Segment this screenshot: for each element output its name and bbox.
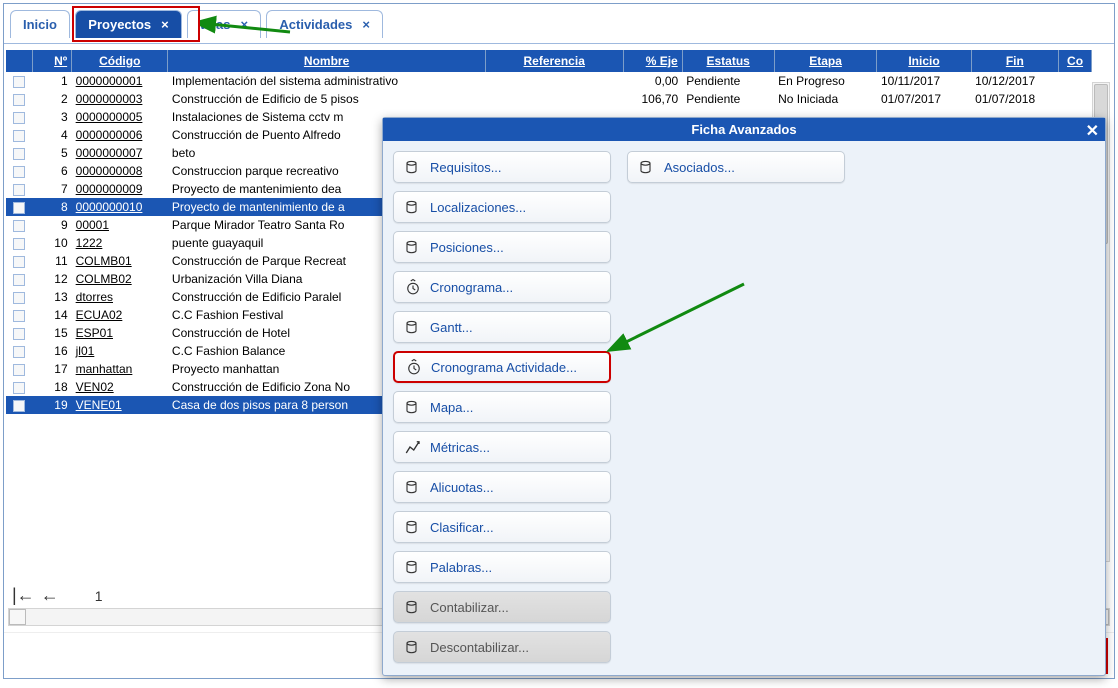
menu-item-cronograma-actividade[interactable]: Cronograma Actividade... — [393, 351, 611, 383]
db-icon — [404, 318, 422, 336]
close-icon[interactable]: × — [240, 17, 248, 32]
row-checkbox[interactable] — [13, 166, 25, 178]
tab-inicio[interactable]: Inicio — [10, 10, 70, 38]
row-checkbox[interactable] — [13, 130, 25, 142]
row-checkbox[interactable] — [13, 112, 25, 124]
clock-icon — [404, 278, 422, 296]
db-icon — [404, 478, 422, 496]
menu-item-gantt[interactable]: Gantt... — [393, 311, 611, 343]
menu-item-posiciones[interactable]: Posiciones... — [393, 231, 611, 263]
row-checkbox[interactable] — [13, 94, 25, 106]
table-row[interactable]: 10000000001Implementación del sistema ad… — [6, 72, 1092, 90]
ficha-avanzados-dialog: Ficha Avanzados ✕ Requisitos... Localizac… — [382, 117, 1106, 676]
db-icon — [404, 638, 422, 656]
row-checkbox[interactable] — [13, 238, 25, 250]
row-checkbox[interactable] — [13, 400, 25, 412]
db-icon — [404, 198, 422, 216]
col-eje[interactable]: % Eje — [623, 50, 682, 72]
menu-item-asociados[interactable]: Asociados... — [627, 151, 845, 183]
col-co[interactable]: Co — [1059, 50, 1092, 72]
menu-item-requisitos[interactable]: Requisitos... — [393, 151, 611, 183]
db-icon — [404, 518, 422, 536]
table-row[interactable]: 20000000003Construcción de Edificio de 5… — [6, 90, 1092, 108]
close-icon[interactable]: ✕ — [1086, 121, 1099, 141]
db-icon — [404, 158, 422, 176]
menu-item-m-tricas[interactable]: Métricas... — [393, 431, 611, 463]
col-referencia[interactable]: Referencia — [485, 50, 623, 72]
row-checkbox[interactable] — [13, 256, 25, 268]
menu-item-mapa[interactable]: Mapa... — [393, 391, 611, 423]
chart-icon — [404, 438, 422, 456]
close-icon[interactable]: × — [362, 17, 370, 32]
tab-bar: Inicio Proyectos× tidas× Actividades× — [4, 4, 1114, 44]
dialog-title: Ficha Avanzados — [691, 122, 796, 137]
tab-proyectos[interactable]: Proyectos× — [75, 10, 181, 38]
db-icon — [404, 598, 422, 616]
pager-prev-icon[interactable]: ← — [41, 585, 59, 606]
row-checkbox[interactable] — [13, 382, 25, 394]
db-icon — [404, 398, 422, 416]
col-nombre[interactable]: Nombre — [168, 50, 485, 72]
col-fin[interactable]: Fin — [971, 50, 1059, 72]
col-codigo[interactable]: Código — [72, 50, 168, 72]
col-etapa[interactable]: Etapa — [774, 50, 877, 72]
pager-page: 1 — [95, 588, 103, 604]
menu-item-cronograma[interactable]: Cronograma... — [393, 271, 611, 303]
db-icon — [404, 558, 422, 576]
row-checkbox[interactable] — [13, 346, 25, 358]
tab-actividades[interactable]: Actividades× — [266, 10, 383, 38]
clock-icon — [405, 358, 423, 376]
col-estatus[interactable]: Estatus — [682, 50, 774, 72]
pager-first-icon[interactable]: |← — [12, 585, 35, 606]
menu-item-clasificar[interactable]: Clasificar... — [393, 511, 611, 543]
tab-tidas[interactable]: tidas× — [187, 10, 261, 38]
row-checkbox[interactable] — [13, 274, 25, 286]
row-checkbox[interactable] — [13, 292, 25, 304]
menu-item-palabras[interactable]: Palabras... — [393, 551, 611, 583]
row-checkbox[interactable] — [13, 364, 25, 376]
row-checkbox[interactable] — [13, 76, 25, 88]
row-checkbox[interactable] — [13, 310, 25, 322]
db-icon — [404, 238, 422, 256]
db-icon — [638, 158, 656, 176]
row-checkbox[interactable] — [13, 148, 25, 160]
col-checkbox[interactable] — [6, 50, 32, 72]
row-checkbox[interactable] — [13, 220, 25, 232]
menu-item-contabilizar[interactable]: Contabilizar... — [393, 591, 611, 623]
row-checkbox[interactable] — [13, 202, 25, 214]
menu-item-descontabilizar[interactable]: Descontabilizar... — [393, 631, 611, 663]
menu-item-localizaciones[interactable]: Localizaciones... — [393, 191, 611, 223]
menu-item-alicuotas[interactable]: Alicuotas... — [393, 471, 611, 503]
col-no[interactable]: Nº — [32, 50, 71, 72]
col-inicio[interactable]: Inicio — [877, 50, 971, 72]
row-checkbox[interactable] — [13, 328, 25, 340]
close-icon[interactable]: × — [161, 17, 169, 32]
pager: |← ← 1 — [12, 585, 132, 606]
row-checkbox[interactable] — [13, 184, 25, 196]
